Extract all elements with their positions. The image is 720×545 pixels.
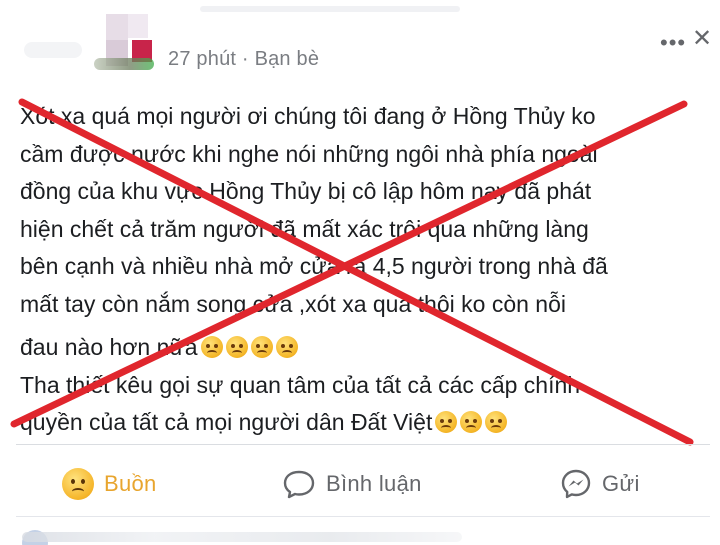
audience-label: Bạn bè [254,48,320,70]
close-icon[interactable]: ✕ [692,24,712,53]
reaction-button[interactable]: Buồn [62,464,157,504]
comment-icon [283,470,315,499]
sad-emoji-icon [485,411,508,433]
post-line: hiện chết cả trăm người đã mất xác trôi … [20,215,589,242]
timestamp-number: 27 [168,48,191,70]
post-header: 27 phút · Bạn bè ••• ✕ [0,0,720,90]
post-line: bên cạnh và nhiều nhà mở cửa ra 4,5 ngườ… [20,253,608,279]
post-line: cầm được nước khi nghe nói những ngôi nh… [20,140,598,167]
sad-reaction-icon [62,468,94,500]
more-options-icon[interactable]: ••• [660,30,686,56]
post-line: mất tay còn nắm song cửa ,xót xa quá thô… [20,290,566,317]
actions-divider [16,444,710,445]
reaction-label: Buồn [104,471,157,496]
messenger-icon [561,469,591,499]
post-line: Xót xa quá mọi người ơi chúng tôi đang ở… [20,103,596,129]
sad-emoji-icon [435,411,458,433]
avatar-pixel [106,14,128,40]
send-button[interactable]: Gửi [560,464,640,504]
sad-emoji-icon [460,411,483,433]
blurred-header-strip [200,6,460,12]
post-timestamp[interactable]: 27 phút · Bạn bè [168,48,319,71]
send-label: Gửi [602,471,640,496]
post-line: đồng của khu vực Hồng Thủy bị cô lập hôm… [20,178,592,204]
avatar-pixel [128,14,148,38]
crying-emoji-icon [200,336,223,358]
crying-emoji-icon [275,336,298,358]
post-line: đau nào hơn nữa [20,334,198,360]
post-actions-bar: Buồn Bình luận Gửi [0,456,720,512]
footer-divider [16,516,710,517]
blurred-name-strip [24,42,82,58]
post-line: quyền của tất cả mọi người dân Đất Việt [20,409,433,435]
blurred-footer-strip [22,532,462,542]
facebook-post: 27 phút · Bạn bè ••• ✕ Xót xa quá mọi ng… [0,0,720,545]
avatar[interactable] [92,14,162,74]
post-line-with-emoji: đau nào hơn nữa [20,329,710,367]
post-line-with-emoji: quyền của tất cả mọi người dân Đất Việt [20,404,710,442]
crying-emoji-icon [250,336,273,358]
post-text: Xót xa quá mọi người ơi chúng tôi đang ở… [20,98,710,442]
timestamp-unit: phút [196,48,237,70]
online-status-indicator [94,58,154,70]
post-line: Tha thiết kêu gọi sự quan tâm của tất cả… [20,371,581,398]
comment-button[interactable]: Bình luận [282,464,422,504]
timestamp-separator: · [241,48,249,70]
crying-emoji-icon [225,336,248,358]
comment-label: Bình luận [326,471,422,496]
